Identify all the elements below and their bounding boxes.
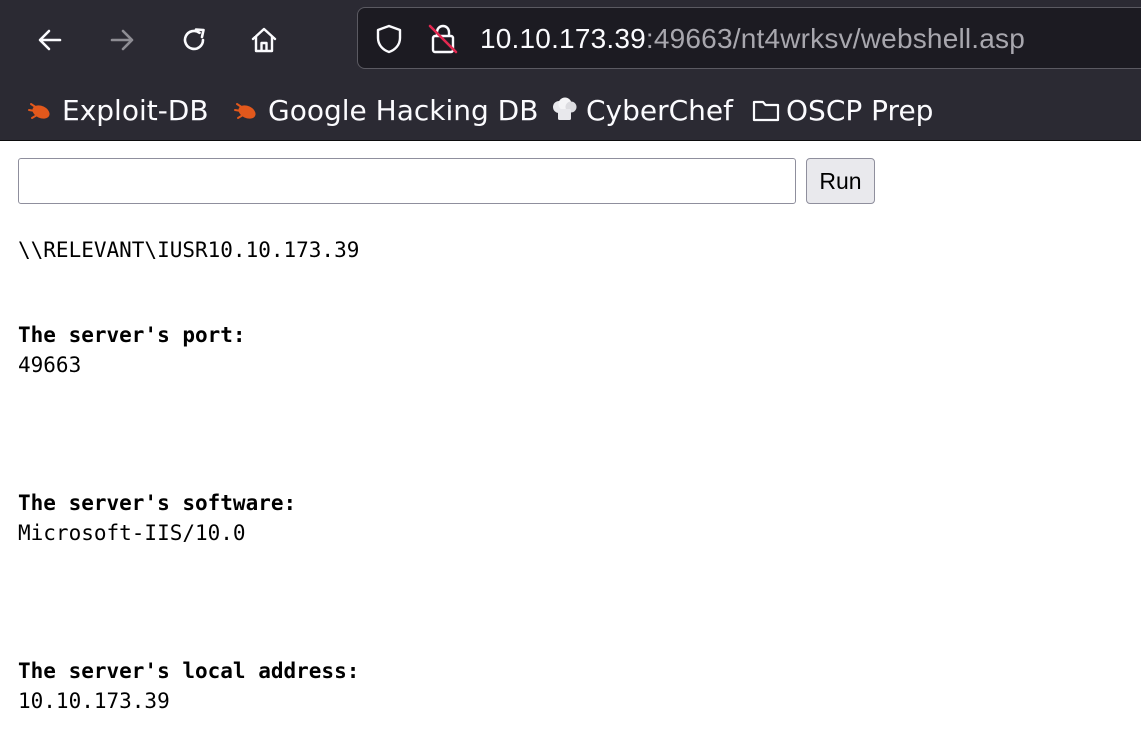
browser-chrome: 10.10.173.39:49663/nt4wrksv/webshell.asp… (0, 0, 1141, 141)
bookmark-exploit-db[interactable]: Exploit-DB (26, 92, 209, 128)
user-identity-line: \\RELEVANT\IUSR10.10.173.39 (18, 238, 360, 262)
bookmark-folder-oscp-prep[interactable]: OSCP Prep (752, 92, 933, 128)
command-input[interactable] (18, 158, 796, 204)
insecure-lock-icon[interactable] (426, 22, 460, 56)
address-bar[interactable]: 10.10.173.39:49663/nt4wrksv/webshell.asp (357, 7, 1141, 69)
bookmark-label: Google Hacking DB (268, 93, 539, 127)
home-button[interactable] (242, 18, 286, 62)
page-content: Run \\RELEVANT\IUSR10.10.173.39 The serv… (0, 141, 1141, 743)
ghdb-bug-icon (234, 103, 256, 119)
run-button[interactable]: Run (806, 158, 875, 204)
port-value: 49663 (18, 353, 82, 377)
url-host: 10.10.173.39 (480, 23, 646, 54)
navigation-toolbar: 10.10.173.39:49663/nt4wrksv/webshell.asp (0, 0, 1141, 80)
bookmark-label: CyberChef (586, 93, 734, 127)
reload-button[interactable] (172, 18, 216, 62)
forward-button[interactable] (100, 18, 144, 62)
url-path: :49663/nt4wrksv/webshell.asp (645, 23, 1026, 54)
exploit-db-bug-icon (28, 103, 50, 119)
shield-icon[interactable] (372, 22, 406, 56)
reload-icon (183, 28, 205, 51)
local-address-value: 10.10.173.39 (18, 689, 170, 713)
local-address-label: The server's local address: (18, 659, 360, 683)
bookmarks-toolbar: Exploit-DB Google Hacking DB CyberChef O… (0, 80, 1141, 141)
port-label: The server's port: (18, 323, 246, 347)
back-button[interactable] (28, 18, 72, 62)
bookmark-cyberchef[interactable]: CyberChef (550, 92, 733, 128)
chef-hat-icon (553, 97, 577, 120)
home-icon (251, 27, 277, 53)
software-value: Microsoft-IIS/10.0 (18, 521, 246, 545)
software-label: The server's software: (18, 491, 297, 515)
back-arrow-icon (38, 29, 62, 51)
forward-arrow-icon (110, 29, 134, 51)
bookmark-google-hacking-db[interactable]: Google Hacking DB (232, 92, 538, 128)
bookmark-label: Exploit-DB (62, 93, 209, 127)
bookmark-label: OSCP Prep (786, 93, 934, 127)
folder-icon (752, 100, 780, 122)
url-text[interactable]: 10.10.173.39:49663/nt4wrksv/webshell.asp (480, 22, 1025, 56)
